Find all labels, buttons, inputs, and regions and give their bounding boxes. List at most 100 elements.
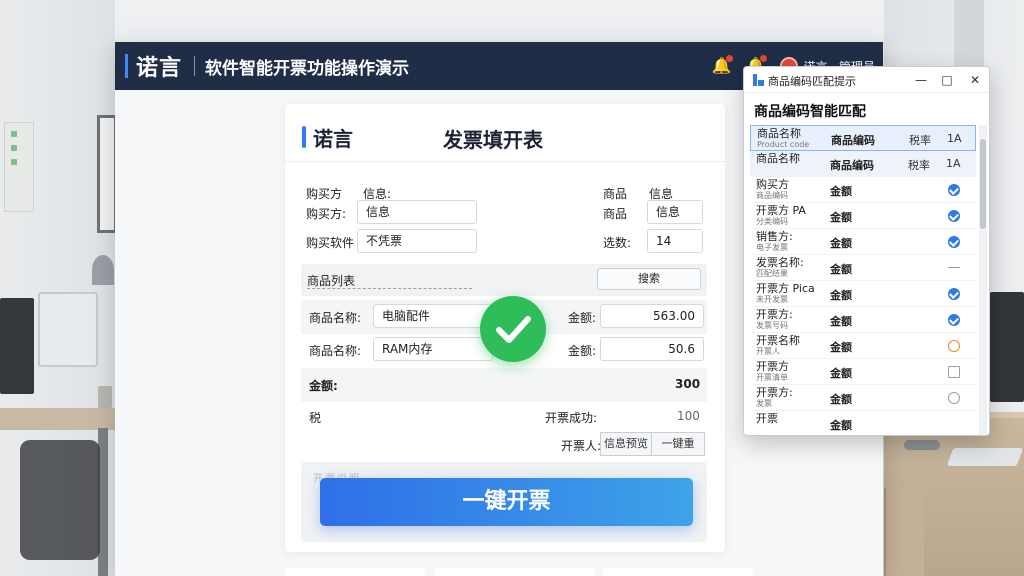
quantity-label: 选数: <box>603 236 632 250</box>
item-subtext: 发票号码 <box>756 321 788 330</box>
item-field: 金额 <box>830 393 852 406</box>
item-name: 开票方 开票清单 <box>756 361 789 383</box>
invoice-form-card: 诺言 发票填开表 购买方 信息: 购买方: 信息 购买软件 不凭票 商品 信息 … <box>285 104 725 552</box>
item-field: 金额 <box>830 237 852 250</box>
goods-header: 商品 <box>603 187 628 201</box>
item-field: 金额 <box>830 315 852 328</box>
clock-icon <box>948 340 960 352</box>
list-item[interactable]: 商品名称商品编码 税率 1A <box>750 151 976 177</box>
list-item[interactable]: 开票方 Pica 未开发票 金额 <box>750 281 976 307</box>
item-subtext: 发票 <box>756 399 772 408</box>
item-subtext: 分类编码 <box>756 217 788 226</box>
item-field: 金额 <box>830 419 852 432</box>
message-badge <box>759 55 767 62</box>
notification-bell-icon[interactable]: 🔔 <box>712 55 733 75</box>
check-circle-icon <box>948 210 960 222</box>
match-list: 商品名称 Product code 商品编码 税率 1A 商品名称 商品编码 税率 1A 购买方商… <box>750 125 976 435</box>
notification-badge <box>725 55 733 62</box>
row1-amount-input[interactable]: 563.00 <box>600 304 704 328</box>
bottom-panels <box>285 568 825 576</box>
popup-title: 商品编码匹配提示 <box>768 75 856 88</box>
item-name: 开票方 PA 分类编码 <box>756 205 806 227</box>
popup-scrollbar[interactable] <box>979 125 987 435</box>
list-item[interactable]: 开票名称 开票人 金额 <box>750 333 976 359</box>
reset-button[interactable]: 一键重 <box>651 432 705 456</box>
item-subtext: 匹配结果 <box>756 269 788 278</box>
goods-list-bar: 商品列表 搜索 <box>301 264 707 296</box>
row2-name-label: 商品名称: <box>309 344 362 358</box>
row1-name-input[interactable]: 电脑配件 <box>373 304 493 328</box>
item-subtext: 未开发票 <box>756 295 788 304</box>
list-item[interactable]: 购买方 商品编码 金额 <box>750 177 976 203</box>
item-name: 开票方 Pica 未开发票 <box>756 283 815 305</box>
list-item[interactable]: 开票方 开票清单 金额 <box>750 359 976 385</box>
check-circle-icon <box>948 184 960 196</box>
list-item[interactable]: 开票金额 <box>750 411 976 435</box>
close-icon[interactable]: ✕ <box>966 71 984 89</box>
preview-button[interactable]: 信息预览 <box>600 432 652 456</box>
popup-titlebar[interactable]: 商品编码匹配提示 — □ ✕ <box>744 67 989 93</box>
goods-list-label: 商品列表 <box>307 274 356 288</box>
maximize-icon[interactable]: □ <box>938 71 956 89</box>
goods-search-button[interactable]: 搜索 <box>597 268 701 290</box>
item-name: 销售方: 电子发票 <box>756 231 793 253</box>
checkbox-icon[interactable] <box>948 366 960 378</box>
item-field: 金额 <box>830 367 852 380</box>
app-icon <box>753 74 764 86</box>
item-field: 商品编码 <box>830 159 874 172</box>
buyer-label: 购买方: <box>306 207 347 221</box>
dash-icon <box>948 267 960 268</box>
one-click-issue-button[interactable]: 一键开票 <box>320 478 693 526</box>
quantity-input[interactable]: 14 <box>647 229 703 253</box>
header-divider <box>194 56 196 76</box>
popup-heading: 商品编码智能匹配 <box>754 104 866 120</box>
brand-logo: 诺言 <box>136 56 183 81</box>
item-name: 开票 <box>756 413 778 424</box>
list-item[interactable]: 销售方: 电子发票 金额 <box>750 229 976 255</box>
item-name-text: 商品名称 <box>756 152 800 165</box>
row1-name-label: 商品名称: <box>309 311 362 325</box>
list-item[interactable]: 开票方 PA 分类编码 金额 <box>750 203 976 229</box>
check-circle-icon <box>948 314 960 326</box>
row2-name-input[interactable]: RAM内存 <box>373 337 493 361</box>
software-input[interactable]: 不凭票 <box>357 229 477 253</box>
item-tax-rate: 税率 <box>908 159 930 172</box>
item-tax-rate: 税率 <box>909 134 931 147</box>
brand-accent-bar <box>125 54 128 78</box>
item-name: 开票方: 发票号码 <box>756 309 793 331</box>
list-item[interactable]: 商品名称 Product code 商品编码 税率 1A <box>750 125 976 151</box>
item-code: 1A <box>946 157 961 170</box>
success-label: 开票成功: <box>545 411 598 425</box>
item-subtext: Product code <box>757 140 810 149</box>
app-title: 软件智能开票功能操作演示 <box>205 58 410 79</box>
list-item[interactable]: 开票方: 发票 金额 <box>750 385 976 411</box>
success-check-icon <box>480 296 546 362</box>
buyer-input[interactable]: 信息 <box>357 200 477 224</box>
list-item[interactable]: 发票名称: 匹配结果 金额 <box>750 255 976 281</box>
item-code: 1A <box>947 132 962 145</box>
item-subtext: 开票人 <box>756 347 780 356</box>
scroll-thumb[interactable] <box>980 139 986 229</box>
row2-amount-input[interactable]: 50.6 <box>600 337 704 361</box>
item-subtext: 商品编码 <box>756 191 788 200</box>
row1-amount-label: 金额: <box>568 311 597 325</box>
item-field: 金额 <box>830 263 852 276</box>
card-logo: 诺言 <box>313 127 353 151</box>
list-item[interactable]: 开票方: 发票号码 金额 <box>750 307 976 333</box>
goods-label: 商品 <box>603 207 628 221</box>
item-subtext: 电子发票 <box>756 243 788 252</box>
form-title: 发票填开表 <box>443 128 543 152</box>
item-field: 金额 <box>830 289 852 302</box>
buyer-header: 购买方 <box>306 187 343 201</box>
goods-list-underline <box>307 288 472 289</box>
code-match-window: 商品编码匹配提示 — □ ✕ 商品编码智能匹配 商品名称 Product code… <box>743 66 990 436</box>
item-name: 商品名称 Product code <box>757 128 809 150</box>
item-name: 开票方: 发票 <box>756 387 793 409</box>
card-accent-bar <box>302 126 306 148</box>
minimize-icon[interactable]: — <box>912 71 930 89</box>
item-field: 金额 <box>830 341 852 354</box>
search-icon <box>948 392 960 404</box>
opener-label: 开票人: <box>561 439 602 453</box>
item-name: 开票名称 开票人 <box>756 335 800 357</box>
goods-input[interactable]: 信息 <box>647 200 703 224</box>
